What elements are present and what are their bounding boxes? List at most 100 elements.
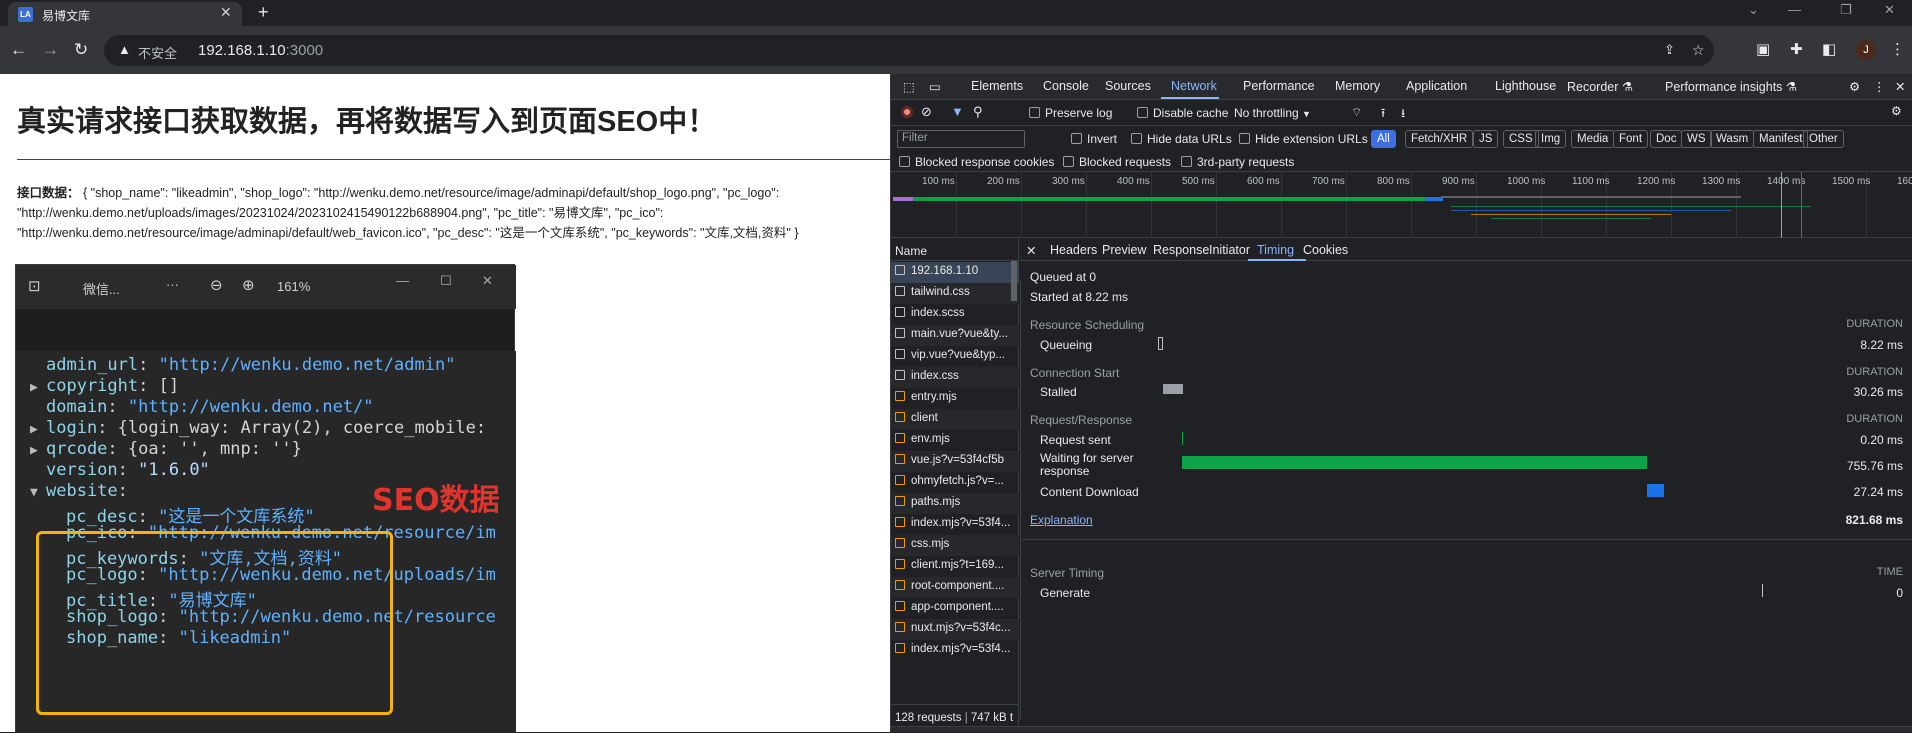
close-details-icon[interactable]: ✕	[1026, 243, 1036, 258]
zoom-out-icon[interactable]: ⊖	[210, 276, 223, 294]
puzzle-icon[interactable]: ✚	[1790, 40, 1803, 58]
tab-application[interactable]: Application	[1406, 79, 1467, 93]
share-icon[interactable]: ⇪	[1664, 42, 1675, 58]
device-toolbar-icon[interactable]: ▭	[929, 79, 941, 94]
zoom-in-icon[interactable]: ⊕	[242, 276, 255, 294]
tab-performance-insights[interactable]: Performance insights ⚗	[1665, 79, 1797, 94]
new-tab-icon[interactable]: +	[258, 2, 269, 23]
tab-lighthouse[interactable]: Lighthouse	[1495, 79, 1556, 93]
maximize-icon[interactable]: ☐	[440, 273, 452, 289]
request-row[interactable]: index.mjs?v=53f4...	[891, 640, 1019, 661]
type-filter-css[interactable]: CSS	[1503, 130, 1539, 148]
url-text[interactable]: 192.168.1.10:3000	[198, 42, 323, 59]
detail-tab-timing[interactable]: Timing	[1257, 243, 1294, 257]
expand-triangle-icon[interactable]: ▶	[30, 380, 46, 395]
request-row[interactable]: index.css	[891, 367, 1019, 388]
type-filter-font[interactable]: Font	[1613, 130, 1649, 148]
type-filter-js[interactable]: JS	[1473, 130, 1499, 148]
request-row[interactable]: ohmyfetch.js?v=...	[891, 472, 1019, 493]
disable-cache-checkbox[interactable]: Disable cache	[1137, 106, 1228, 120]
detail-tab-preview[interactable]: Preview	[1102, 243, 1146, 257]
close-devtools-icon[interactable]: ✕	[1895, 79, 1905, 94]
scrollbar[interactable]	[1011, 261, 1017, 301]
request-row[interactable]: tailwind.css	[891, 283, 1019, 304]
extension-icon[interactable]: ▣	[1756, 40, 1770, 58]
reload-icon[interactable]: ↻	[74, 40, 88, 60]
more-button[interactable]: ···	[166, 277, 179, 292]
request-row[interactable]: paths.mjs	[891, 493, 1019, 514]
type-filter-manifest[interactable]: Manifest	[1753, 130, 1809, 148]
detail-tab-cookies[interactable]: Cookies	[1303, 243, 1348, 257]
network-overview-timeline[interactable]: 100 ms 200 ms 300 ms 400 ms 500 ms 600 ms 700 …	[891, 172, 1912, 238]
request-row[interactable]: 192.168.1.10	[891, 262, 1019, 283]
type-filter-fetch-xhr[interactable]: Fetch/XHR	[1405, 130, 1474, 148]
sidepanel-icon[interactable]: ◧	[1822, 40, 1836, 58]
bookmark-star-icon[interactable]: ☆	[1692, 42, 1705, 59]
expand-triangle-icon[interactable]: ▼	[30, 485, 46, 500]
request-row[interactable]: entry.mjs	[891, 388, 1019, 409]
close-icon[interactable]: ✕	[482, 273, 493, 289]
type-filter-img[interactable]: Img	[1535, 130, 1567, 148]
detail-tab-initiator[interactable]: Initiator	[1209, 243, 1250, 257]
request-row[interactable]: client	[891, 409, 1019, 430]
network-conditions-icon[interactable]: ⌔	[1351, 105, 1362, 120]
settings-gear-icon[interactable]: ⚙	[1849, 79, 1860, 94]
expand-triangle-icon[interactable]: ▶	[30, 443, 46, 458]
search-icon[interactable]: ⚲	[973, 104, 983, 120]
import-har-icon[interactable]: ⭱	[1381, 104, 1385, 125]
request-row[interactable]: app-component....	[891, 598, 1019, 619]
tab-elements[interactable]: Elements	[971, 79, 1023, 93]
inspect-icon[interactable]: ⬚	[903, 79, 915, 94]
address-bar[interactable]: ▲ 不安全 192.168.1.10:3000 ☆ ⇪	[104, 35, 1714, 66]
tab-search-icon[interactable]: ⌄	[1748, 2, 1759, 18]
explanation-link[interactable]: Explanation	[1030, 513, 1093, 527]
name-column-header[interactable]: Name	[891, 239, 1019, 261]
blocked-cookies-checkbox[interactable]: Blocked response cookies	[899, 155, 1054, 169]
detail-tab-headers[interactable]: Headers	[1050, 243, 1097, 257]
browser-tab[interactable]: LA 易博文库 ✕	[8, 2, 242, 26]
warning-icon[interactable]: ▲	[118, 42, 131, 57]
minimize-icon[interactable]: —	[1788, 2, 1801, 17]
request-row[interactable]: vip.vue?vue&typ...	[891, 346, 1019, 367]
blocked-requests-checkbox[interactable]: Blocked requests	[1063, 155, 1171, 169]
restore-icon[interactable]: ❐	[1840, 2, 1852, 18]
request-row[interactable]: main.vue?vue&ty...	[891, 325, 1019, 346]
type-filter-wasm[interactable]: Wasm	[1710, 130, 1755, 148]
type-filter-media[interactable]: Media	[1571, 130, 1615, 148]
request-row[interactable]: vue.js?v=53f4cf5b	[891, 451, 1019, 472]
tab-memory[interactable]: Memory	[1335, 79, 1380, 93]
tab-sources[interactable]: Sources	[1105, 79, 1151, 93]
type-filter-ws[interactable]: WS	[1681, 130, 1712, 148]
clear-icon[interactable]: ⊘	[921, 104, 932, 120]
minimize-icon[interactable]: —	[396, 273, 409, 288]
filter-input[interactable]: Filter	[897, 130, 1025, 148]
network-settings-icon[interactable]: ⚙	[1891, 104, 1902, 118]
menu-icon[interactable]: ⋮	[1890, 40, 1905, 58]
tab-performance[interactable]: Performance	[1243, 79, 1315, 93]
expand-triangle-icon[interactable]: ▶	[30, 422, 46, 437]
tab-recorder[interactable]: Recorder ⚗	[1567, 79, 1633, 94]
request-row[interactable]: css.mjs	[891, 535, 1019, 556]
type-filter-doc[interactable]: Doc	[1650, 130, 1683, 148]
tab-console[interactable]: Console	[1043, 79, 1089, 93]
close-window-icon[interactable]: ✕	[1884, 2, 1895, 18]
avatar[interactable]: J	[1856, 40, 1876, 60]
type-filter-all[interactable]: All	[1371, 130, 1396, 148]
preserve-log-checkbox[interactable]: Preserve log	[1029, 106, 1112, 120]
more-icon[interactable]: ⋮	[1873, 79, 1886, 94]
close-tab-icon[interactable]: ✕	[220, 4, 232, 21]
back-icon[interactable]: ←	[10, 40, 27, 60]
export-har-icon[interactable]: ⭳	[1401, 104, 1405, 125]
invert-checkbox[interactable]: Invert	[1071, 132, 1117, 146]
request-row[interactable]: index.scss	[891, 304, 1019, 325]
request-row[interactable]: client.mjs?t=169...	[891, 556, 1019, 577]
request-row[interactable]: nuxt.mjs?v=53f4c...	[891, 619, 1019, 640]
filter-icon[interactable]: ▼	[951, 104, 964, 119]
third-party-checkbox[interactable]: 3rd-party requests	[1181, 155, 1294, 169]
hide-data-urls-checkbox[interactable]: Hide data URLs	[1131, 132, 1232, 146]
hide-extension-urls-checkbox[interactable]: Hide extension URLs	[1239, 132, 1368, 146]
detail-tab-response[interactable]: Response	[1153, 243, 1209, 257]
request-row[interactable]: root-component....	[891, 577, 1019, 598]
request-row[interactable]: env.mjs	[891, 430, 1019, 451]
request-row[interactable]: index.mjs?v=53f4...	[891, 514, 1019, 535]
